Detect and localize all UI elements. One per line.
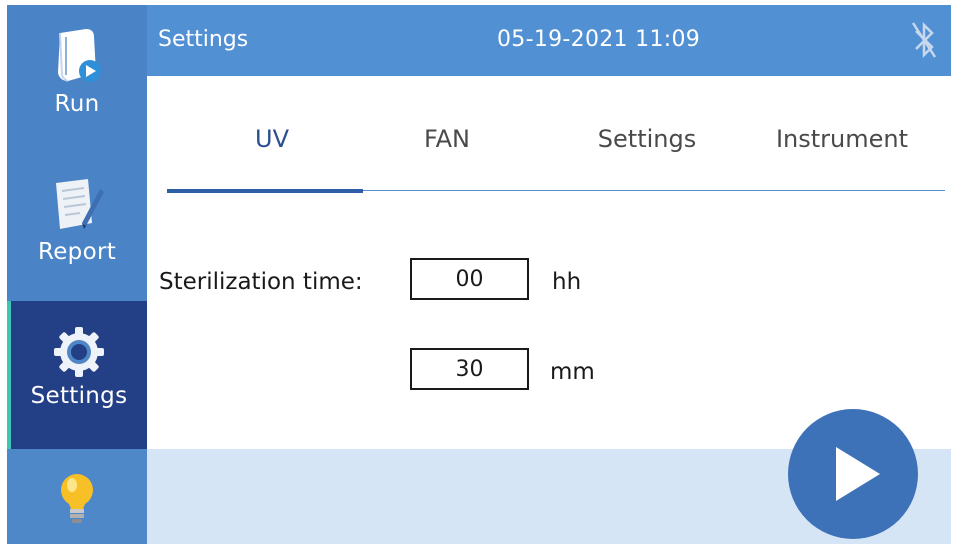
sidebar-item-light[interactable] (7, 449, 147, 544)
tab-fan[interactable]: FAN (387, 125, 507, 153)
sterilization-minutes-input[interactable] (410, 348, 529, 390)
sidebar-item-label: Settings (30, 383, 128, 409)
run-document-icon (58, 29, 101, 82)
minutes-unit-label: mm (550, 359, 595, 385)
tab-active-indicator (167, 189, 363, 193)
sidebar-item-report[interactable]: Report (7, 153, 147, 301)
app-screen: Run Report Settings Settings 05-19-2021 … (7, 5, 951, 544)
play-icon (836, 447, 880, 501)
header-bar: Settings 05-19-2021 11:09 (147, 5, 951, 76)
start-button[interactable] (788, 409, 918, 539)
sidebar: Run Report Settings (7, 5, 147, 544)
sidebar-item-run[interactable]: Run (7, 5, 147, 153)
gear-icon (54, 327, 104, 377)
light-bulb-icon (61, 474, 93, 523)
page-title: Settings (158, 27, 249, 52)
tab-instrument[interactable]: Instrument (757, 125, 927, 153)
sterilization-time-label: Sterilization time: (159, 269, 363, 295)
sidebar-item-label: Run (54, 91, 100, 117)
tab-bar: UV FAN Settings Instrument (147, 76, 951, 196)
hours-unit-label: hh (552, 269, 582, 295)
datetime-display: 05-19-2021 11:09 (497, 27, 701, 52)
sterilization-hours-input[interactable] (410, 258, 529, 300)
report-pen-icon (56, 179, 104, 229)
sidebar-item-settings[interactable]: Settings (7, 301, 147, 449)
tab-uv[interactable]: UV (217, 125, 327, 153)
tab-settings[interactable]: Settings (577, 125, 717, 153)
bluetooth-disabled-icon[interactable] (911, 19, 937, 61)
sidebar-item-label: Report (37, 239, 117, 265)
